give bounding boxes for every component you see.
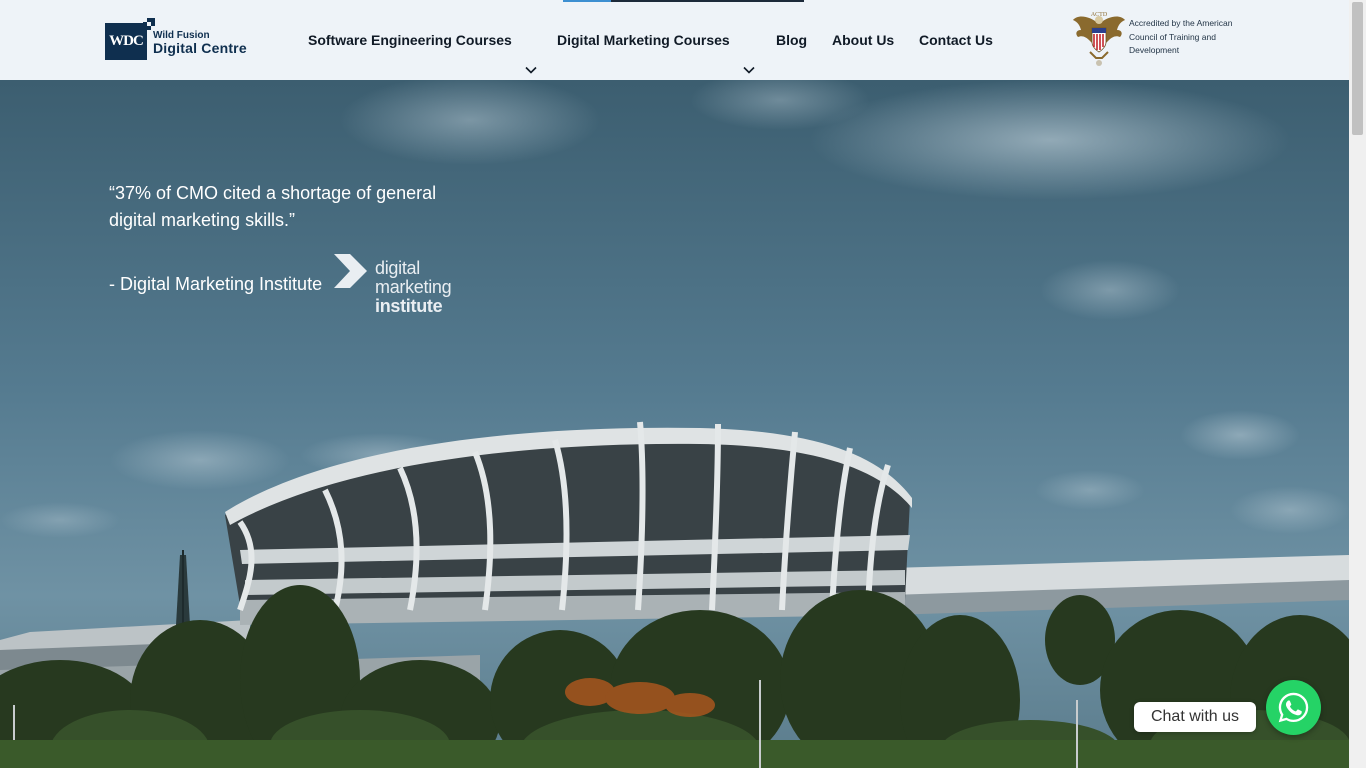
nav-label: Blog xyxy=(776,32,808,48)
nav-digital-marketing-courses[interactable]: Digital Marketing Courses xyxy=(557,30,730,52)
logo-pixels-icon xyxy=(141,18,155,30)
eagle-seal-icon: ACTD xyxy=(1073,12,1125,66)
hero-quote-attribution: - Digital Marketing Institute xyxy=(109,274,323,294)
accreditation-badge[interactable]: ACTD Accredited by the American Council … xyxy=(1072,10,1242,70)
chevron-down-icon[interactable] xyxy=(525,64,537,76)
nav-label: Software Engineering Courses xyxy=(308,32,512,48)
nav-label: Digital Marketing Courses xyxy=(557,32,730,48)
accreditation-label: Accredited by the American Council of Tr… xyxy=(1129,18,1233,55)
dmi-logo-line-2: marketing xyxy=(375,277,452,297)
logo-title: Digital Centre xyxy=(153,40,247,56)
site-header: WDC Wild Fusion Digital Centre Software … xyxy=(0,0,1349,80)
page-scrollbar[interactable] xyxy=(1349,0,1366,768)
nav-blog[interactable]: Blog xyxy=(776,30,807,52)
chevron-right-logo-icon xyxy=(334,254,367,288)
dmi-logo-text: digital marketing institute xyxy=(375,258,452,316)
dmi-logo-line-3: institute xyxy=(375,296,443,316)
chevron-down-icon[interactable] xyxy=(743,64,755,76)
scrollbar-thumb[interactable] xyxy=(1352,2,1363,135)
nav-contact-us[interactable]: Contact Us xyxy=(919,30,993,52)
whatsapp-icon xyxy=(1278,692,1309,723)
hero-banner: “37% of CMO cited a shortage of general … xyxy=(0,80,1349,768)
digital-marketing-institute-logo: digital marketing institute xyxy=(332,253,472,317)
seal-text: ACTD xyxy=(1091,12,1108,18)
nav-about-us[interactable]: About Us xyxy=(832,30,894,52)
page-loading-bar xyxy=(563,0,804,2)
whatsapp-chat-button[interactable] xyxy=(1266,680,1321,735)
nav-label: About Us xyxy=(832,32,895,48)
hero-quote: “37% of CMO cited a shortage of general … xyxy=(109,183,437,230)
site-logo[interactable]: WDC Wild Fusion Digital Centre xyxy=(105,18,260,62)
dmi-logo-line-1: digital xyxy=(375,258,420,278)
nav-software-engineering-courses[interactable]: Software Engineering Courses xyxy=(308,30,512,52)
nav-label: Contact Us xyxy=(919,32,993,48)
chat-with-us-label[interactable]: Chat with us xyxy=(1134,702,1256,732)
